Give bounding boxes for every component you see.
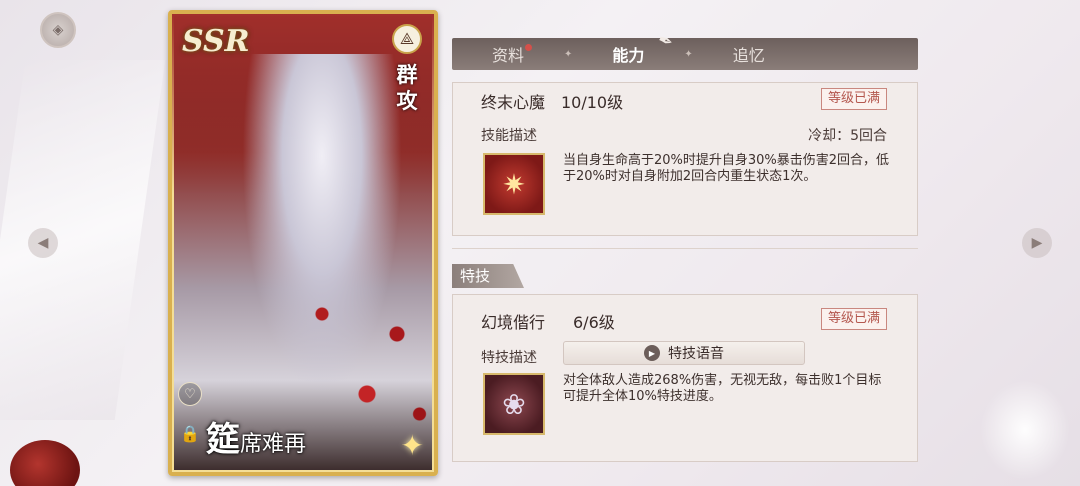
skill-panel: 终末心魔 10/10级 等级已满 技能描述 冷却：5回合 ✷ 当自身生命高于20… [452,82,918,236]
skill-level: 10/10级 [561,93,624,112]
character-name-first: 筵 [206,420,240,460]
notification-dot [525,44,532,51]
special-voice-label: 特技语音 [668,346,724,362]
back-button-icon: ◈ [52,22,64,38]
petal-decoration [980,380,1070,480]
skill-cooldown: 冷却：5回合 [808,128,887,144]
rose-decoration [10,440,80,486]
skill-name: 终末心魔 [481,93,546,112]
tab-memories-label: 追忆 [732,46,765,65]
character-card[interactable]: SSR ⟁ 群攻 ♡ 🔒 筵席难再 ✦ [168,10,438,476]
rarity-badge: SSR [182,24,250,59]
arrow-left-icon: ◀ [37,235,49,251]
special-description: 对全体敌人造成268%伤害，无视无敌，每击败1个目标可提升全体10%特技进度。 [563,373,882,404]
tab-separator: ✦ [564,48,573,60]
skill-icon[interactable]: ✷ [483,153,545,215]
special-level: 6/6级 [573,313,615,332]
play-icon: ▶ [644,345,660,361]
special-voice-button[interactable]: ▶ 特技语音 [563,341,805,365]
class-icon: ⟁ [392,24,422,54]
lock-icon[interactable]: 🔒 [180,424,200,443]
special-icon[interactable]: ❀ [483,373,545,435]
heart-icon[interactable]: ♡ [178,382,202,406]
special-name: 幻境偕行 [481,313,546,332]
previous-character-button[interactable]: ◀ [28,228,58,258]
tab-profile[interactable]: 资料 [452,42,564,66]
special-panel: 幻境偕行 6/6级 等级已满 特技描述 ▶ 特技语音 ❀ 对全体敌人造成268%… [452,294,918,462]
role-label: 群攻 [396,63,418,113]
back-button[interactable]: ◈ [40,12,76,48]
tab-profile-label: 资料 [491,46,524,65]
skill-maxed-tag: 等级已满 [820,88,887,110]
next-character-button[interactable]: ▶ [1022,228,1052,258]
tab-bar: 资料 ✦ 能力 ✦ 追忆 [452,38,918,70]
arrow-right-icon: ▶ [1031,235,1043,251]
skill-desc-label: 技能描述 [481,128,537,144]
tab-memories[interactable]: 追忆 [693,42,805,66]
section-divider [452,248,918,249]
special-maxed-tag: 等级已满 [820,308,887,330]
special-section-header: 特技 [452,264,524,288]
background-ribbon [0,60,166,420]
special-desc-label: 特技描述 [481,350,537,366]
character-name-rest: 席难再 [240,432,307,457]
character-name: 筵席难再 [206,412,306,461]
sparkle-icon: ✦ [400,429,424,462]
tab-separator: ✦ [684,48,693,60]
skill-description: 当自身生命高于20%时提升自身30%暴击伤害2回合，低于20%时对自身附加2回合… [563,153,890,184]
tab-abilities-label: 能力 [612,46,645,65]
